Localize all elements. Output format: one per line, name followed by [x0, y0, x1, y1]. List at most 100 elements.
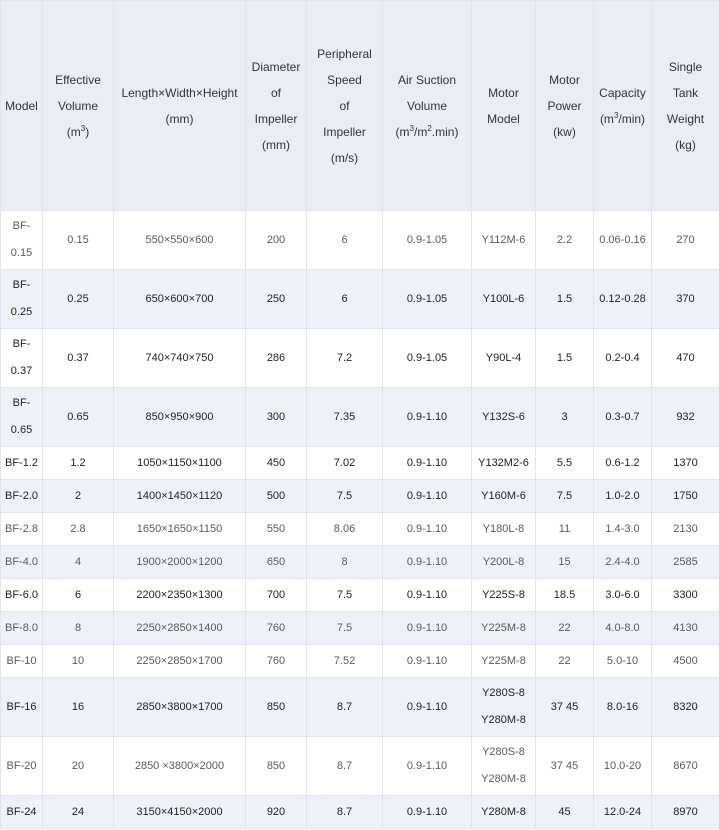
column-header-tank-weight: Single Tank Weight (kg): [651, 0, 719, 211]
cell-model: BF-0.15: [0, 210, 43, 270]
cell-effective-volume: 16: [42, 677, 114, 737]
cell-air-suction-volume: 0.9-1.10: [382, 545, 472, 579]
cell-effective-volume: 0.65: [42, 387, 114, 447]
cell-motor-power: 1.5: [535, 328, 594, 388]
cell-motor-power: 18.5: [535, 578, 594, 612]
cell-capacity: 3.0-6.0: [593, 578, 652, 612]
column-header-line: of: [339, 98, 350, 113]
cell-motor-model: Y225S-8: [471, 578, 536, 612]
cell-motor-model: Y225M-8: [471, 611, 536, 645]
cell-capacity: 12.0-24: [593, 795, 652, 829]
specification-table: Model Effective Volume (m3) Length×Width×Hei…: [0, 0, 719, 829]
column-header-line: (m3/min): [599, 110, 646, 126]
column-header-capacity: Capacity (m3/min): [593, 0, 652, 211]
cell-impeller-diameter: 850: [245, 677, 307, 737]
cell-motor-model: Y132M2-6: [471, 446, 536, 480]
column-header-effective-volume: Effective Volume (m3): [42, 0, 114, 211]
cell-model: BF-2.0: [0, 479, 43, 513]
cell-air-suction-volume: 0.9-1.10: [382, 387, 472, 447]
cell-line: Y132M2-6: [478, 456, 529, 469]
cell-dimensions: 650×600×700: [113, 269, 246, 329]
cell-dimensions: 3150×4150×2000: [113, 795, 246, 829]
cell-tank-weight: 932: [651, 387, 719, 447]
cell-model: BF-10: [0, 644, 43, 678]
cell-impeller-diameter: 250: [245, 269, 307, 329]
cell-peripheral-speed: 7.5: [306, 578, 383, 612]
cell-line: Y225M-8: [481, 654, 526, 667]
cell-motor-power: 7.5: [535, 479, 594, 513]
table-body: BF-0.15 0.15 550×550×600 200 6 0.9-1.05 Y112M-…: [0, 210, 719, 829]
column-header-peripheral-speed: Peripheral Speed of Impeller (m/s): [306, 0, 383, 211]
cell-air-suction-volume: 0.9-1.10: [382, 446, 472, 480]
cell-motor-model: Y280S-8 Y280M-8: [471, 677, 536, 737]
cell-impeller-diameter: 920: [245, 795, 307, 829]
cell-tank-weight: 8320: [651, 677, 719, 737]
column-header-line: Peripheral: [317, 46, 372, 61]
cell-line: Y132S-6: [482, 410, 525, 423]
column-header-line: Capacity: [599, 85, 646, 100]
column-header-line: Length×Width×Height: [121, 85, 238, 100]
cell-line: Y90L-4: [485, 351, 522, 364]
cell-capacity: 0.06-0.16: [593, 210, 652, 270]
cell-capacity: 0.3-0.7: [593, 387, 652, 447]
cell-air-suction-volume: 0.9-1.05: [382, 328, 472, 388]
cell-model: BF-0.25: [0, 269, 43, 329]
cell-dimensions: 550×550×600: [113, 210, 246, 270]
cell-effective-volume: 8: [42, 611, 114, 645]
cell-effective-volume: 2: [42, 479, 114, 513]
cell-effective-volume: 10: [42, 644, 114, 678]
table-row: BF-6.0 6 2200×2350×1300 700 7.5 0.9-1.10 Y225S…: [0, 578, 719, 612]
cell-peripheral-speed: 8.7: [306, 736, 383, 796]
column-header-line: Single: [668, 59, 703, 74]
cell-line: Y280M-8: [481, 805, 526, 818]
cell-effective-volume: 6: [42, 578, 114, 612]
column-header-line: (mm): [165, 111, 194, 126]
cell-motor-power: 37 45: [535, 677, 594, 737]
cell-dimensions: 1400×1450×1120: [113, 479, 246, 513]
cell-air-suction-volume: 0.9-1.10: [382, 795, 472, 829]
cell-effective-volume: 0.15: [42, 210, 114, 270]
column-header-motor-model: Motor Model: [471, 0, 536, 211]
cell-tank-weight: 8970: [651, 795, 719, 829]
column-header-line: Speed: [327, 72, 362, 87]
column-header-line: Impeller: [323, 124, 366, 139]
cell-tank-weight: 3300: [651, 578, 719, 612]
column-header-line: Effective: [55, 72, 101, 87]
cell-impeller-diameter: 500: [245, 479, 307, 513]
cell-dimensions: 2850×3800×1700: [113, 677, 246, 737]
cell-motor-power: 11: [535, 512, 594, 546]
cell-model: BF-24: [0, 795, 43, 829]
cell-air-suction-volume: 0.9-1.05: [382, 269, 472, 329]
cell-effective-volume: 1.2: [42, 446, 114, 480]
table-row: BF-20 20 2850 ×3800×2000 850 8.7 0.9-1.10 Y280…: [0, 736, 719, 796]
cell-model: BF-0.65: [0, 387, 43, 447]
cell-motor-model: Y132S-6: [471, 387, 536, 447]
cell-air-suction-volume: 0.9-1.10: [382, 736, 472, 796]
column-header-line: (kw): [553, 124, 576, 139]
cell-motor-power: 22: [535, 611, 594, 645]
cell-capacity: 0.6-1.2: [593, 446, 652, 480]
cell-capacity: 2.4-4.0: [593, 545, 652, 579]
cell-motor-model: Y90L-4: [471, 328, 536, 388]
cell-tank-weight: 4130: [651, 611, 719, 645]
cell-dimensions: 2250×2850×1400: [113, 611, 246, 645]
cell-line: Y280S-8: [482, 687, 525, 699]
cell-peripheral-speed: 7.2: [306, 328, 383, 388]
table-row: BF-1.2 1.2 1050×1150×1100 450 7.02 0.9-1.10 Y1…: [0, 446, 719, 480]
table-row: BF-0.25 0.25 650×600×700 250 6 0.9-1.05 Y100L-…: [0, 269, 719, 329]
cell-motor-model: Y100L-6: [471, 269, 536, 329]
cell-model: BF-2.8: [0, 512, 43, 546]
cell-impeller-diameter: 450: [245, 446, 307, 480]
cell-air-suction-volume: 0.9-1.10: [382, 677, 472, 737]
cell-line: Y200L-8: [482, 555, 525, 568]
cell-model: BF-4.0: [0, 545, 43, 579]
column-header-line: (m3): [66, 123, 90, 139]
cell-motor-power: 45: [535, 795, 594, 829]
cell-air-suction-volume: 0.9-1.10: [382, 644, 472, 678]
cell-impeller-diameter: 850: [245, 736, 307, 796]
table-row: BF-2.8 2.8 1650×1650×1150 550 8.06 0.9-1.10 Y1…: [0, 512, 719, 546]
cell-air-suction-volume: 0.9-1.10: [382, 578, 472, 612]
cell-dimensions: 850×950×900: [113, 387, 246, 447]
cell-impeller-diameter: 300: [245, 387, 307, 447]
column-header-line: Tank: [672, 85, 699, 100]
